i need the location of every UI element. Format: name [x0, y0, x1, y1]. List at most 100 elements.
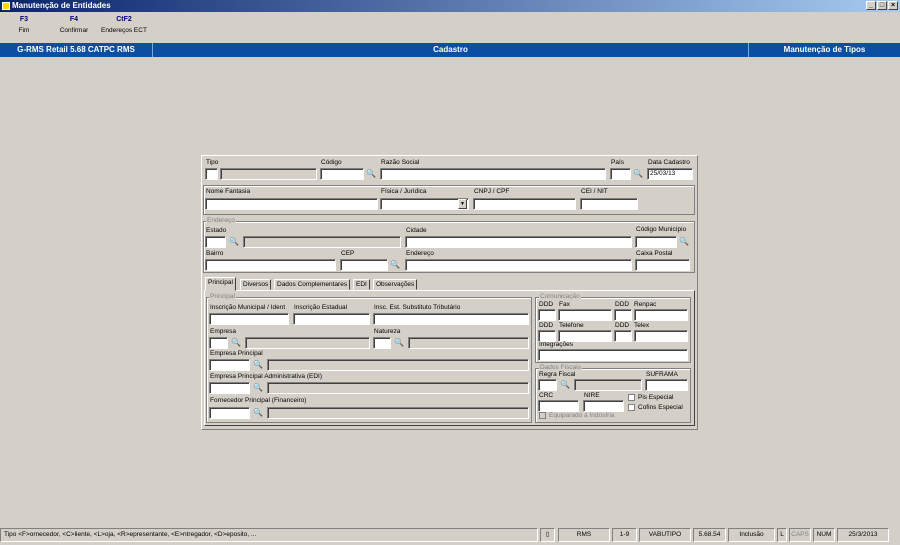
insc-substituto-label: Insc. Est. Substituto Tributário — [374, 304, 461, 311]
pais-search-icon[interactable]: 🔍 — [632, 168, 644, 180]
cnpj-cpf-field[interactable] — [473, 198, 576, 210]
tipo-field[interactable] — [205, 168, 218, 180]
fax-label: Fax — [559, 301, 570, 308]
data-cadastro-label: Data Cadastro — [648, 159, 690, 166]
minimize-button[interactable]: _ — [866, 1, 876, 10]
codigo-search-icon[interactable]: 🔍 — [365, 168, 377, 180]
empresa-adm-search-icon[interactable]: 🔍 — [252, 382, 264, 394]
inscricao-municipal-field[interactable] — [209, 313, 289, 325]
telefone-label: Telefone — [559, 322, 584, 329]
pais-field[interactable] — [610, 168, 631, 180]
inscricao-municipal-label: Inscrição Municipal / Ident — [210, 304, 286, 311]
pis-especial-label: Pis Especial — [638, 394, 674, 401]
ddd-telefone-label: DDD — [539, 322, 554, 329]
codigo-municipio-field[interactable] — [635, 236, 677, 248]
integracoes-field[interactable] — [538, 349, 688, 361]
status-mode: Inclusão — [728, 528, 775, 542]
cofins-especial-label: Cofins Especial — [638, 404, 683, 411]
regra-fiscal-description — [574, 379, 642, 391]
status-rms: RMS — [558, 528, 610, 542]
ddd-telex-label: DDD — [615, 322, 630, 329]
empresa-principal-label: Empresa Principal — [210, 350, 263, 357]
natureza-label: Natureza — [374, 328, 401, 335]
renpac-field[interactable] — [634, 309, 688, 321]
crc-label: CRC — [539, 392, 554, 399]
telex-field[interactable] — [634, 330, 688, 342]
codigo-label: Código — [321, 159, 342, 166]
tab-observacoes[interactable]: Observações — [373, 279, 418, 290]
chevron-down-icon[interactable]: ▼ — [458, 199, 467, 209]
data-cadastro-field[interactable]: 25/03/13 — [647, 168, 693, 180]
tab-principal[interactable]: Principal — [205, 277, 236, 291]
estado-label: Estado — [206, 227, 227, 234]
pais-label: País — [611, 159, 625, 166]
caixa-postal-label: Caixa Postal — [636, 250, 673, 257]
fkey-label: Endereços ECT — [101, 27, 147, 34]
fkey-key: F3 — [19, 16, 29, 23]
fax-field[interactable] — [558, 309, 612, 321]
regra-fiscal-search-icon[interactable]: 🔍 — [559, 379, 571, 391]
fornecedor-search-icon[interactable]: 🔍 — [252, 407, 264, 419]
caixa-postal-field[interactable] — [635, 259, 690, 271]
razao-social-label: Razão Social — [381, 159, 420, 166]
codigo-field[interactable] — [320, 168, 364, 180]
nire-field[interactable] — [583, 400, 624, 412]
dados-fiscais-group-label: Dados Fiscais — [539, 364, 582, 371]
ddd-renpac-field[interactable] — [614, 309, 632, 321]
fornecedor-field[interactable] — [209, 407, 250, 419]
estado-field[interactable] — [205, 236, 226, 248]
inscricao-estadual-field[interactable] — [293, 313, 370, 325]
bairro-field[interactable] — [205, 259, 336, 271]
razao-social-field[interactable] — [380, 168, 606, 180]
empresa-adm-field[interactable] — [209, 382, 250, 394]
ddd-fax-field[interactable] — [538, 309, 556, 321]
fisica-juridica-select[interactable] — [380, 198, 469, 210]
pis-especial-checkbox[interactable] — [628, 394, 635, 401]
empresa-principal-field[interactable] — [209, 359, 250, 371]
telex-label: Telex — [634, 322, 650, 329]
status-program: VABUTIPO — [639, 528, 691, 542]
principal-group-label: Principal — [209, 293, 236, 300]
suframa-label: SUFRAMA — [646, 371, 678, 378]
nome-fantasia-label: Nome Fantasia — [206, 188, 251, 195]
cidade-field[interactable] — [405, 236, 632, 248]
status-date: 25/3/2013 — [837, 528, 889, 542]
close-button[interactable]: × — [888, 1, 898, 10]
fornecedor-label: Fornecedor Principal (Financeiro) — [210, 397, 307, 404]
maximize-button[interactable]: □ — [877, 1, 887, 10]
tab-dados-complementares[interactable]: Dados Complementares — [274, 279, 351, 290]
municipio-search-icon[interactable]: 🔍 — [678, 236, 690, 248]
empresa-search-icon[interactable]: 🔍 — [230, 337, 242, 349]
tab-diversos[interactable]: Diversos — [240, 279, 272, 290]
empresa-description-field — [245, 337, 370, 349]
cep-field[interactable] — [340, 259, 388, 271]
crc-field[interactable] — [538, 400, 579, 412]
cei-nit-label: CEI / NIT — [581, 188, 608, 195]
endereco-field[interactable] — [405, 259, 632, 271]
cep-search-icon[interactable]: 🔍 — [389, 259, 401, 271]
renpac-label: Renpac — [634, 301, 657, 308]
natureza-field[interactable] — [373, 337, 391, 349]
f3-fim-button[interactable]: F3 Fim — [0, 16, 48, 34]
ddd-telex-field[interactable] — [614, 330, 632, 342]
nire-label: NIRE — [584, 392, 600, 399]
equiparado-checkbox[interactable] — [539, 412, 546, 419]
nome-fantasia-field[interactable] — [205, 198, 378, 210]
ctf2-enderecos-button[interactable]: CtF2 Endereços ECT — [98, 16, 150, 34]
integracoes-label: Integrações — [539, 341, 573, 348]
f4-confirmar-button[interactable]: F4 Confirmar — [50, 16, 98, 34]
estado-search-icon[interactable]: 🔍 — [228, 236, 240, 248]
empresa-principal-search-icon[interactable]: 🔍 — [252, 359, 264, 371]
insc-substituto-field[interactable] — [373, 313, 529, 325]
cei-nit-field[interactable] — [580, 198, 638, 210]
regra-fiscal-field[interactable] — [538, 379, 557, 391]
cofins-especial-checkbox[interactable] — [628, 404, 635, 411]
empresa-principal-description — [267, 359, 529, 371]
fkey-key: CtF2 — [116, 16, 132, 23]
suframa-field[interactable] — [645, 379, 688, 391]
empresa-field[interactable] — [209, 337, 228, 349]
ddd-renpac-label: DDD — [615, 301, 630, 308]
tab-edi[interactable]: EDI — [353, 279, 370, 290]
status-caps: CAPS — [789, 528, 811, 542]
natureza-search-icon[interactable]: 🔍 — [393, 337, 405, 349]
